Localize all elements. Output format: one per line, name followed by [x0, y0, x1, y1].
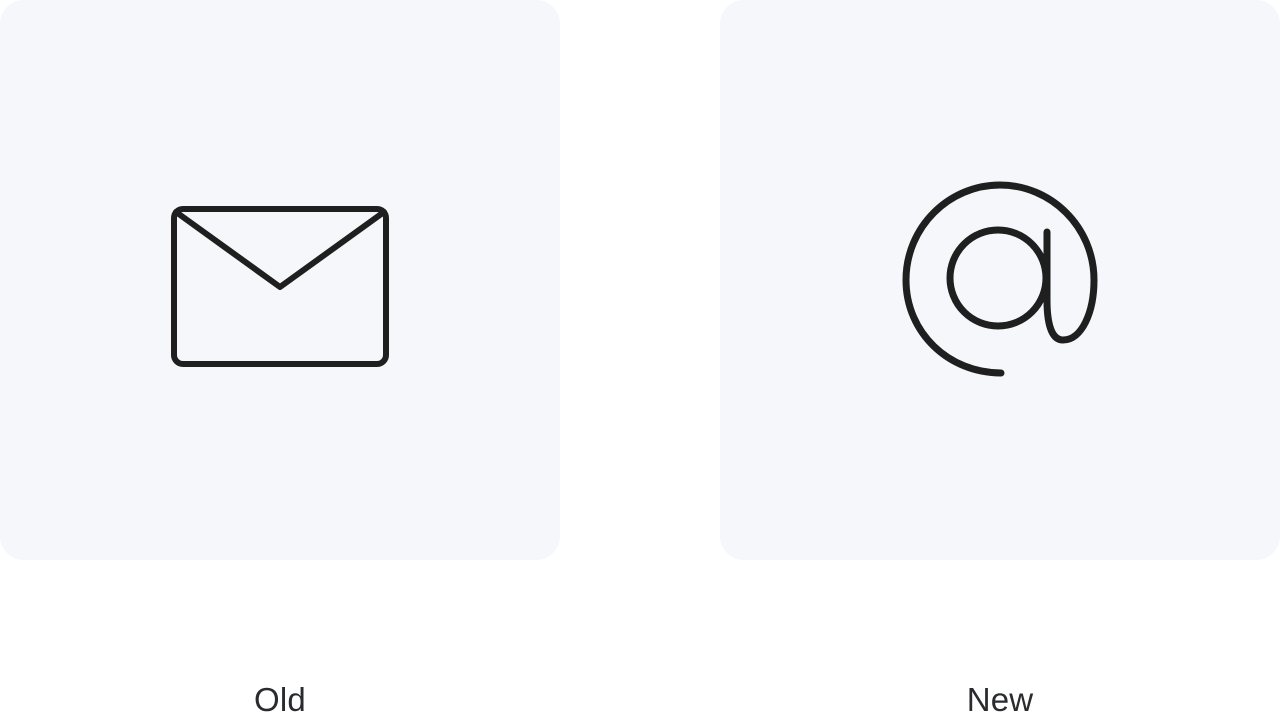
at-sign-icon	[902, 181, 1098, 377]
old-icon-card	[0, 0, 560, 560]
envelope-icon	[171, 206, 389, 367]
new-label: New	[966, 681, 1034, 718]
icon-comparison: Old New	[0, 0, 1280, 720]
new-icon-card	[720, 0, 1280, 560]
old-label: Old	[254, 681, 306, 718]
